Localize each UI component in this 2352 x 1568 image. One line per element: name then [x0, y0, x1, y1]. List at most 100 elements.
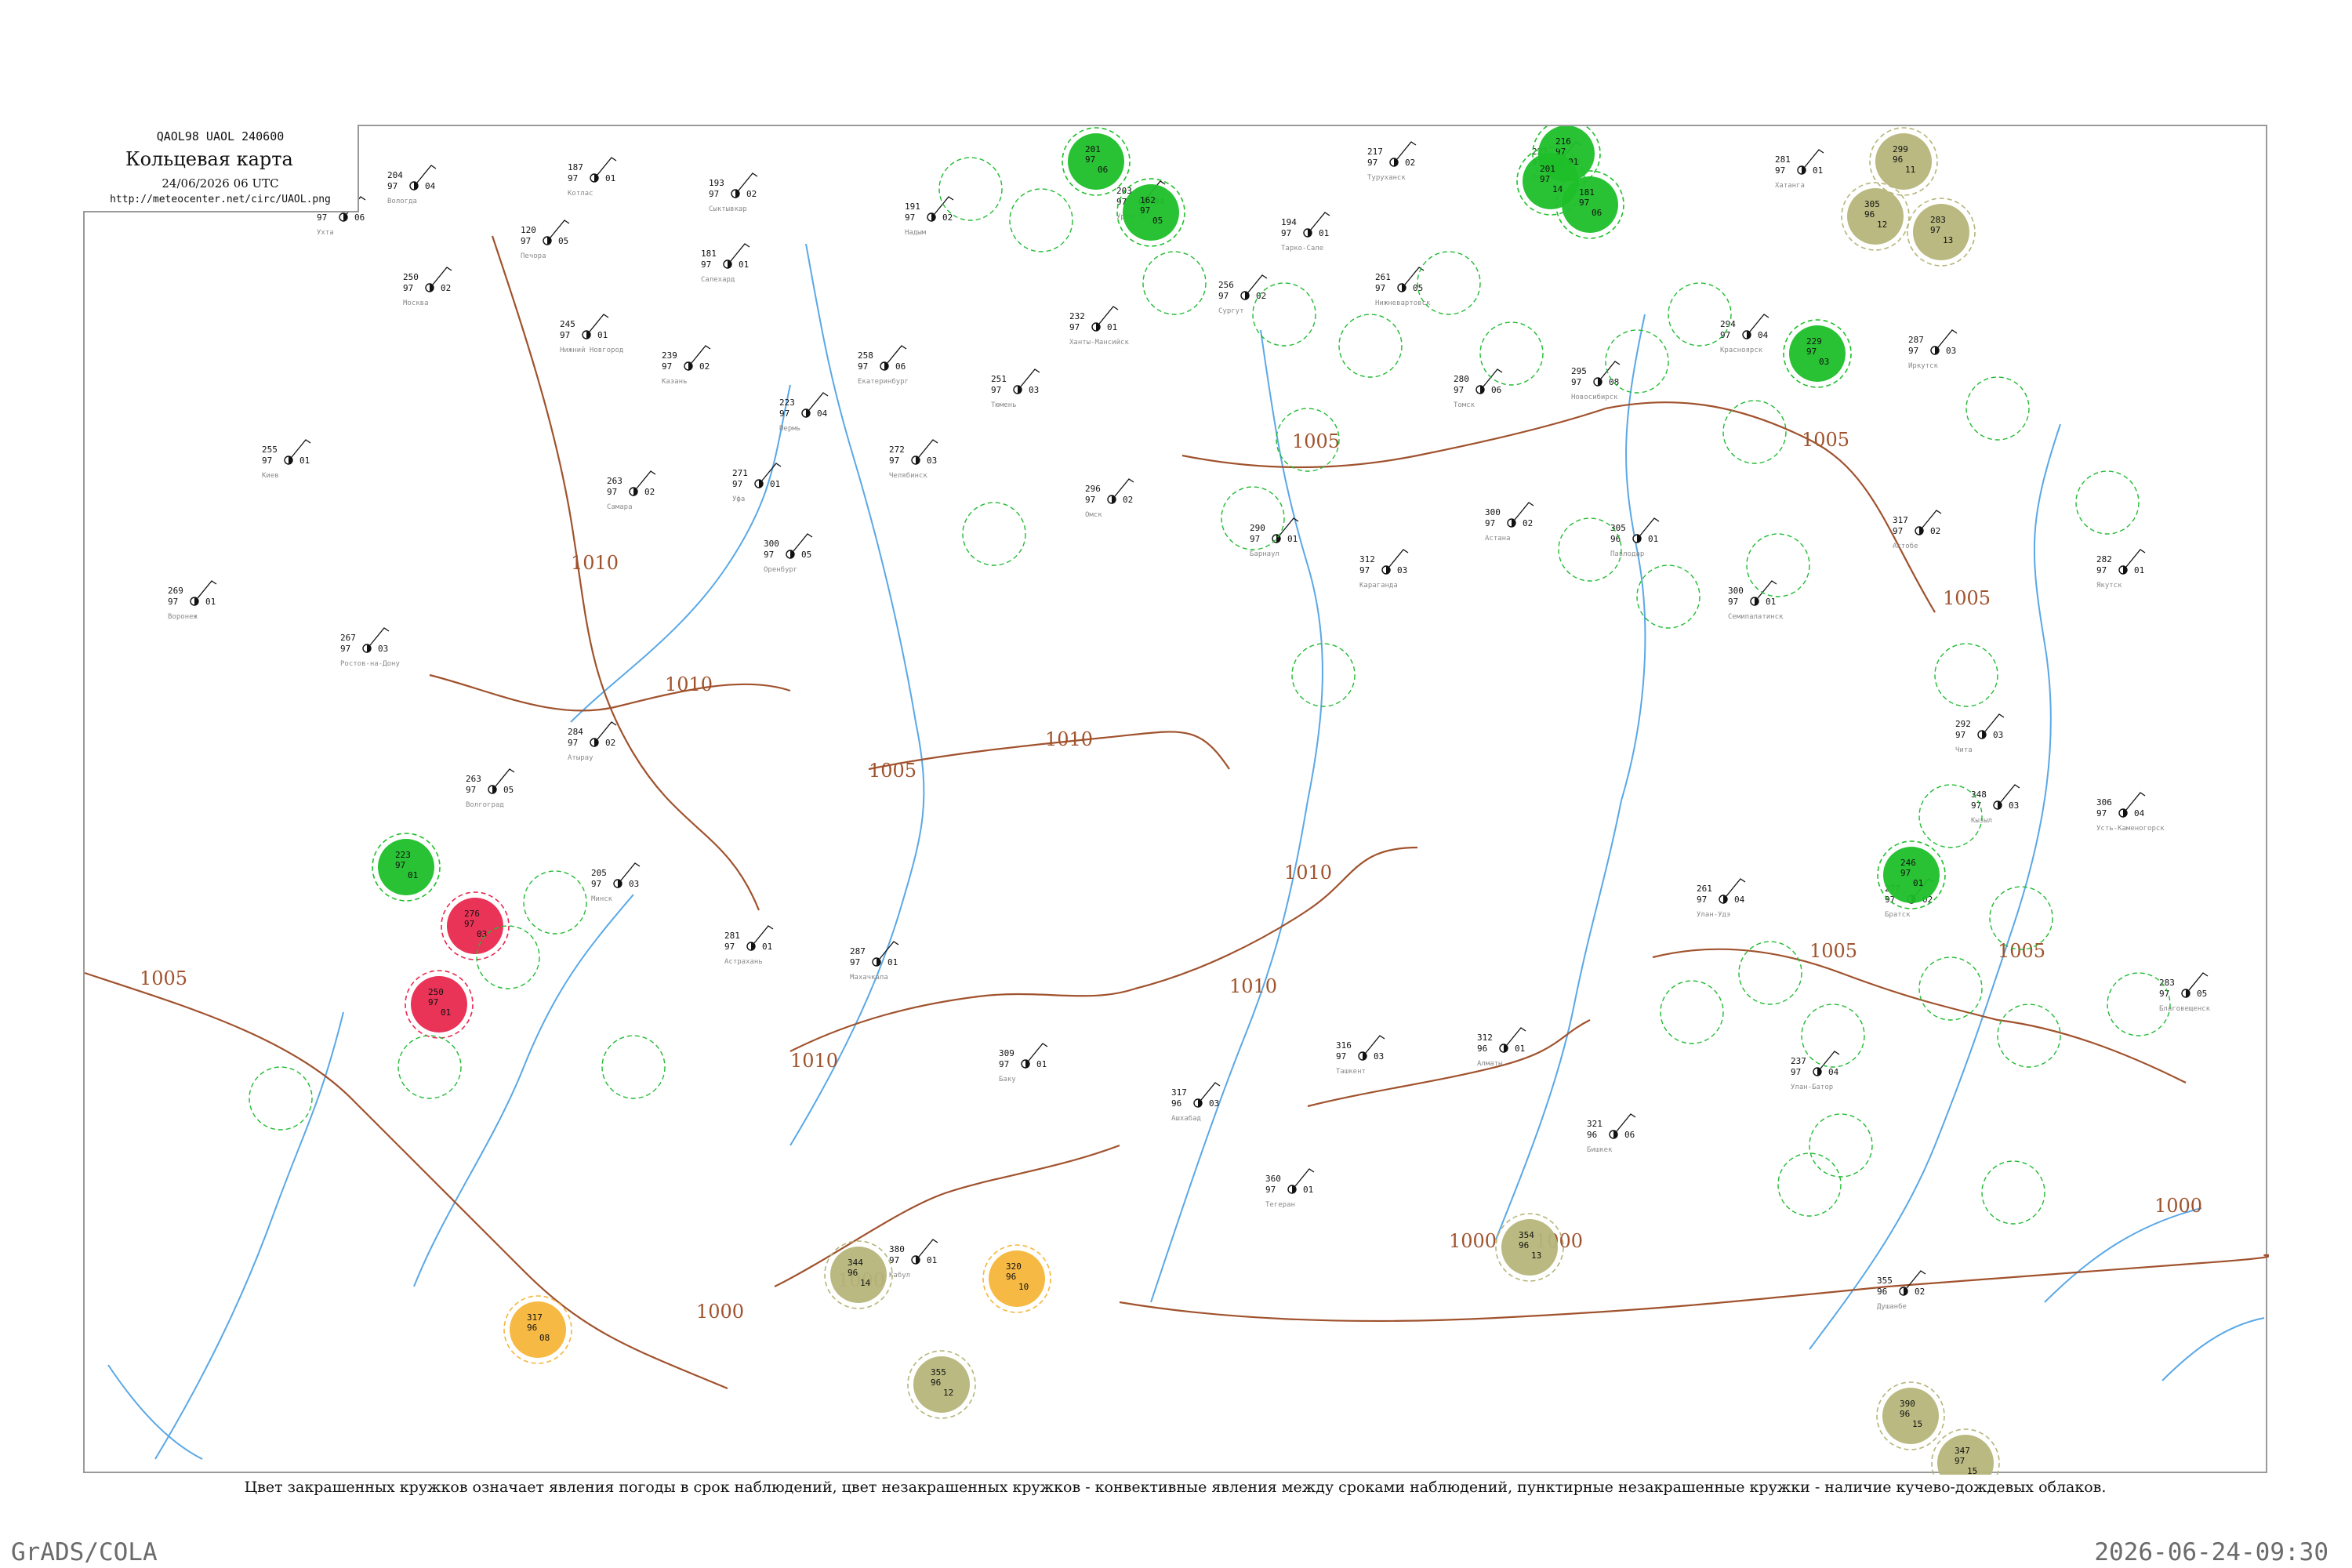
- weather-circle-label: 216: [1555, 136, 1571, 147]
- weather-circle-fill: [1789, 325, 1846, 382]
- isobar-label: 1005: [1802, 429, 1849, 451]
- weather-circle-rain: 2469701: [1877, 840, 1946, 909]
- header-code: QAOL98 UAOL 240600: [156, 129, 285, 143]
- station-value: 97: [905, 212, 915, 223]
- source-url[interactable]: http://meteocenter.net/circ/UAOL.png: [83, 194, 358, 205]
- wind-barb: [1396, 141, 1417, 160]
- station-name: Пермь: [779, 425, 800, 433]
- station-report: 29097 01 Барнаул: [1250, 517, 1299, 558]
- station-pressure: 256: [1218, 280, 1234, 290]
- station-tendency: 01: [1319, 228, 1329, 238]
- station-value: 97: [340, 644, 350, 654]
- isobar-label: 1005: [1809, 940, 1857, 962]
- station-report: 26197 05Нижневартовск: [1375, 267, 1431, 307]
- station-report: 23797 04 Улан-Батор: [1791, 1051, 1840, 1091]
- station-report: 18197 01 Салехард: [701, 243, 750, 284]
- station-pressure: 282: [2096, 554, 2112, 564]
- station-pressure: 281: [1775, 154, 1791, 165]
- station-report: 31297 03 Караганда: [1359, 549, 1409, 590]
- station-name: Ашхабад: [1171, 1114, 1201, 1123]
- station-tendency: 02: [441, 283, 451, 293]
- wind-barb: [197, 580, 217, 599]
- station-tendency: 04: [1758, 330, 1769, 340]
- station-name: Нижний Новгород: [560, 347, 623, 354]
- station-name: Тегеран: [1265, 1201, 1295, 1209]
- station-report: 20497 04 Вологда: [387, 165, 437, 205]
- station-report: 28797 01 Махачкала: [850, 941, 899, 982]
- station-name: Тюмень: [991, 401, 1017, 409]
- river: [2161, 1317, 2265, 1381]
- station-report: 31797 02 Актобе: [1893, 510, 1942, 550]
- station-pressure: 296: [1085, 484, 1101, 494]
- station-report: 25897 06 Екатеринбург: [858, 345, 909, 386]
- station-report: 28397 05Благовещенск: [2159, 972, 2211, 1013]
- station-name: Иркутск: [1908, 362, 1939, 370]
- weather-circle-label: 299: [1893, 144, 1908, 154]
- cb-cloud-ring: [1417, 251, 1481, 315]
- weather-circle-dust: 3449614: [824, 1240, 893, 1309]
- river: [1495, 800, 1622, 1240]
- weather-circle-fill: [1847, 188, 1904, 245]
- station-name: Сургут: [1218, 307, 1244, 315]
- wind-barb: [620, 862, 641, 881]
- station-tendency: 02: [1930, 526, 1940, 536]
- wind-barb: [808, 392, 829, 411]
- weather-circle-fill: [1875, 133, 1932, 190]
- isobar-line: [1134, 846, 1418, 990]
- station-name: Чита: [1955, 746, 1973, 754]
- weather-circle-dust: 3549613: [1495, 1213, 1564, 1282]
- cb-cloud-ring: [1777, 1152, 1842, 1217]
- station-name: Екатеринбург: [858, 377, 909, 386]
- station-name: Воронеж: [168, 613, 198, 621]
- station-name: Челябинск: [889, 471, 927, 480]
- station-name: Астрахань: [724, 958, 763, 966]
- station-name: Ростов-на-Дону: [340, 660, 400, 668]
- weather-circle-thunderstorm: 2509701: [405, 970, 474, 1039]
- cb-cloud-ring: [601, 1035, 666, 1099]
- station-tendency: 05: [2197, 989, 2207, 999]
- station-tendency: 06: [1491, 385, 1501, 395]
- station-pressure: 191: [905, 201, 920, 212]
- station-name: Благовещенск: [2159, 1005, 2211, 1013]
- station-report: 29597 08Новосибирск: [1571, 361, 1621, 401]
- station-report: 30097 05 Оренбург: [764, 533, 813, 574]
- weather-circle-fill: [1883, 847, 1940, 903]
- station-name: Самара: [607, 503, 633, 511]
- station-tendency: 02: [699, 361, 710, 372]
- isobar-line: [1605, 401, 1936, 613]
- station-pressure: 267: [340, 633, 356, 643]
- map-title: Кольцевая карта: [125, 148, 293, 170]
- wind-barb: [1294, 1168, 1315, 1187]
- station-report: 29297 03 Чита: [1955, 713, 2005, 754]
- station-pressure: 312: [1477, 1033, 1493, 1043]
- station-tendency: 04: [1828, 1067, 1839, 1077]
- isobar-layer: [85, 235, 2269, 1390]
- station-report: 26397 05 Волгоград: [466, 768, 515, 809]
- station-pressure: 281: [724, 931, 740, 941]
- station-report: 32196 06 Бишкек: [1587, 1113, 1636, 1154]
- weather-circle-label: 13: [1531, 1250, 1541, 1261]
- weather-circle-label: 162: [1140, 195, 1156, 205]
- station-report: 12097 05 Печора: [521, 220, 570, 260]
- cb-cloud-ring: [962, 502, 1026, 566]
- station-report: 23997 02 Казань: [662, 345, 711, 386]
- wind-barb: [1616, 1113, 1636, 1132]
- station-pressure: 239: [662, 350, 677, 361]
- isobar-line: [1307, 1019, 1591, 1108]
- station-tendency: 06: [1624, 1130, 1635, 1140]
- station-pressure: 290: [1250, 523, 1265, 533]
- weather-circle-label: 97: [1955, 1456, 1965, 1466]
- station-tendency: 01: [2134, 565, 2144, 575]
- station-name: Душанбе: [1877, 1302, 1907, 1311]
- station-name: Томск: [1454, 401, 1475, 409]
- station-name: Братск: [1885, 911, 1911, 919]
- isobar-label: 1010: [1045, 728, 1093, 750]
- weather-circle-fill: [1562, 176, 1618, 233]
- isobar-label: 1005: [1998, 940, 2045, 962]
- station-pressure: 194: [1281, 217, 1297, 227]
- weather-circle-rain: 2239701: [372, 833, 441, 902]
- station-pressure: 300: [1485, 507, 1501, 517]
- cb-cloud-ring: [1291, 643, 1356, 707]
- station-tendency: 01: [1648, 534, 1658, 544]
- station-tendency: 01: [1303, 1185, 1313, 1195]
